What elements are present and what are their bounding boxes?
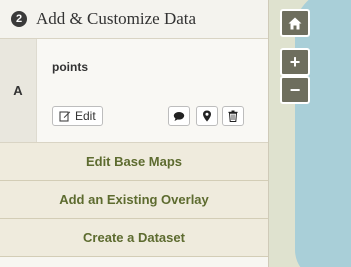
layer-body: points Edit (37, 39, 268, 142)
layer-name: points (52, 60, 88, 74)
map-marker-icon (203, 110, 211, 122)
comment-icon (173, 111, 185, 121)
edit-layer-button[interactable]: Edit (52, 106, 103, 126)
create-dataset-button[interactable]: Create a Dataset (0, 219, 268, 257)
layer-row: A points Edit (0, 39, 268, 143)
edit-icon (59, 111, 71, 122)
home-button[interactable] (280, 9, 310, 37)
edit-base-maps-button[interactable]: Edit Base Maps (0, 143, 268, 181)
step-number-badge: 2 (11, 11, 27, 27)
comment-button[interactable] (168, 106, 190, 126)
add-existing-overlay-button[interactable]: Add an Existing Overlay (0, 181, 268, 219)
zoom-out-button[interactable]: − (280, 76, 310, 104)
panel-header: 2 Add & Customize Data (0, 0, 268, 39)
add-customize-panel: 2 Add & Customize Data A points Edit Edi… (0, 0, 269, 267)
delete-layer-button[interactable] (222, 106, 244, 126)
map-view[interactable]: + − (269, 0, 351, 267)
edit-label: Edit (75, 109, 96, 123)
trash-icon (228, 110, 238, 122)
map-marker-button[interactable] (196, 106, 218, 126)
layer-letter: A (0, 39, 37, 142)
panel-title: Add & Customize Data (36, 9, 197, 28)
zoom-in-button[interactable]: + (280, 48, 310, 76)
home-icon (288, 17, 302, 29)
map-water (295, 0, 351, 267)
